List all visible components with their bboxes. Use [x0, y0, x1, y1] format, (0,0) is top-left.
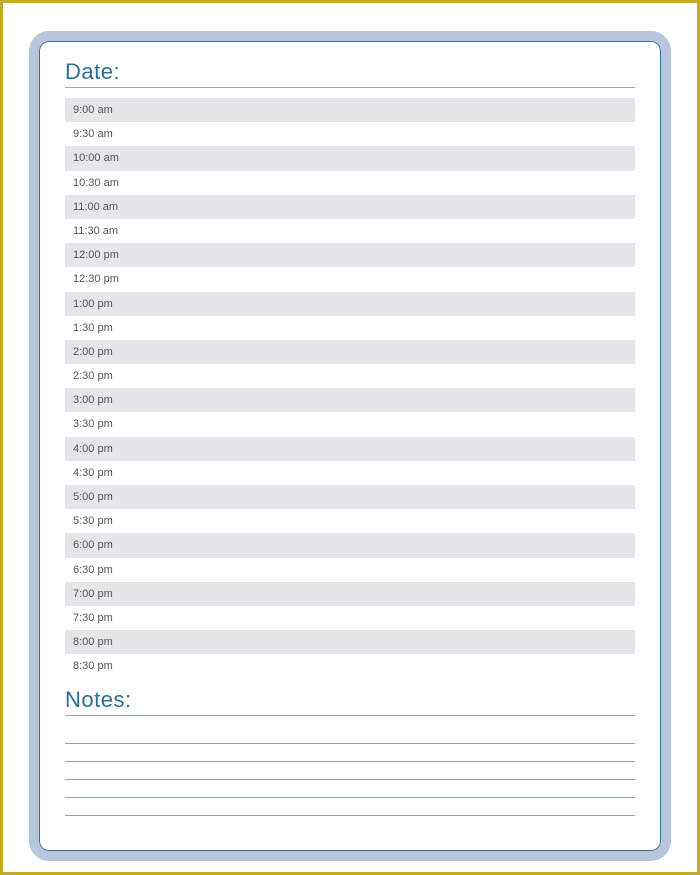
time-slot-row[interactable]: 4:00 pm	[65, 437, 635, 461]
time-slot-row[interactable]: 3:00 pm	[65, 388, 635, 412]
time-slot-row[interactable]: 8:00 pm	[65, 630, 635, 654]
time-slot-row[interactable]: 1:00 pm	[65, 292, 635, 316]
notes-heading: Notes:	[65, 687, 635, 713]
time-slot-row[interactable]: 8:30 pm	[65, 654, 635, 678]
time-slot-row[interactable]: 7:00 pm	[65, 582, 635, 606]
time-slot-row[interactable]: 2:30 pm	[65, 364, 635, 388]
page-wrap: Date: 9:00 am9:30 am10:00 am10:30 am11:0…	[3, 3, 697, 872]
time-slot-row[interactable]: 2:00 pm	[65, 340, 635, 364]
time-slot-row[interactable]: 9:00 am	[65, 98, 635, 122]
time-slot-row[interactable]: 1:30 pm	[65, 316, 635, 340]
time-slot-list: 9:00 am9:30 am10:00 am10:30 am11:00 am11…	[65, 98, 635, 679]
notes-line[interactable]	[65, 744, 635, 762]
notes-lines	[65, 726, 635, 816]
time-slot-row[interactable]: 11:30 am	[65, 219, 635, 243]
time-slot-row[interactable]: 10:00 am	[65, 146, 635, 170]
notes-section: Notes:	[65, 687, 635, 816]
time-slot-row[interactable]: 3:30 pm	[65, 412, 635, 436]
notes-line[interactable]	[65, 798, 635, 816]
time-slot-row[interactable]: 10:30 am	[65, 171, 635, 195]
time-slot-row[interactable]: 12:00 pm	[65, 243, 635, 267]
date-heading: Date:	[65, 59, 635, 85]
time-slot-row[interactable]: 7:30 pm	[65, 606, 635, 630]
notes-line[interactable]	[65, 762, 635, 780]
date-heading-rule	[65, 87, 635, 88]
notes-line[interactable]	[65, 780, 635, 798]
time-slot-row[interactable]: 12:30 pm	[65, 267, 635, 291]
time-slot-row[interactable]: 6:30 pm	[65, 558, 635, 582]
notes-heading-rule	[65, 715, 635, 716]
time-slot-row[interactable]: 9:30 am	[65, 122, 635, 146]
time-slot-row[interactable]: 5:00 pm	[65, 485, 635, 509]
time-slot-row[interactable]: 4:30 pm	[65, 461, 635, 485]
time-slot-row[interactable]: 6:00 pm	[65, 533, 635, 557]
time-slot-row[interactable]: 5:30 pm	[65, 509, 635, 533]
time-slot-row[interactable]: 11:00 am	[65, 195, 635, 219]
planner-card: Date: 9:00 am9:30 am10:00 am10:30 am11:0…	[29, 31, 671, 861]
notes-line[interactable]	[65, 726, 635, 744]
